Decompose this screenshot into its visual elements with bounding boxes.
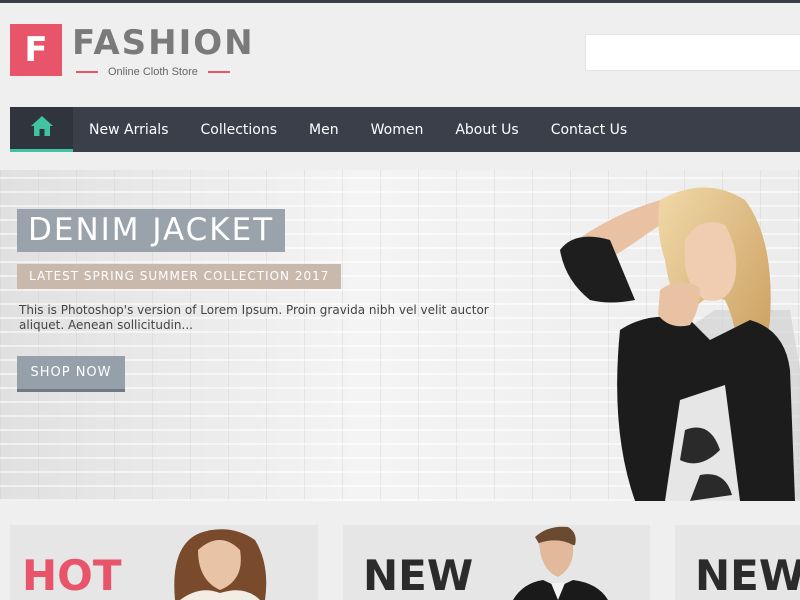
nav-item-about-us[interactable]: About Us <box>455 122 518 138</box>
nav-item-new-arrivals[interactable]: New Arrials <box>89 122 168 138</box>
card-label-new: NEW <box>695 551 800 600</box>
nav-home[interactable] <box>10 107 73 152</box>
tagline-dash-left <box>76 71 98 73</box>
logo-mark: F <box>10 24 62 76</box>
top-border <box>0 0 800 3</box>
card-label-new: NEW <box>363 551 474 600</box>
shop-now-button[interactable]: SHOP NOW <box>17 356 125 392</box>
card-model-image <box>513 526 608 600</box>
nav-item-men[interactable]: Men <box>309 122 339 138</box>
nav-item-contact-us[interactable]: Contact Us <box>551 122 627 138</box>
brand-name: FASHION <box>72 23 255 63</box>
logo-text: FASHION Online Cloth Store <box>72 24 255 78</box>
main-nav: New Arrials Collections Men Women About … <box>10 107 800 152</box>
category-card-new[interactable]: NEW <box>675 525 800 600</box>
nav-item-collections[interactable]: Collections <box>200 122 277 138</box>
nav-items: New Arrials Collections Men Women About … <box>73 107 643 152</box>
search-input[interactable] <box>585 34 800 71</box>
brand-tagline-row: Online Cloth Store <box>72 66 255 78</box>
hero-title: DENIM JACKET <box>17 209 286 252</box>
category-card-hot[interactable]: HOT <box>10 525 318 600</box>
hero-model-image <box>560 187 800 501</box>
logo[interactable]: F FASHION Online Cloth Store <box>10 24 255 78</box>
card-model-image <box>174 529 267 600</box>
home-icon <box>30 115 54 142</box>
hero-description: This is Photoshop's version of Lorem Ips… <box>19 303 489 332</box>
hero-subtitle: LATEST SPRING SUMMER COLLECTION 2017 <box>17 264 342 289</box>
category-card-new-men[interactable]: NEW <box>343 525 650 600</box>
hero-banner: DENIM JACKET LATEST SPRING SUMMER COLLEC… <box>0 170 800 501</box>
tagline-dash-right <box>207 71 230 73</box>
card-label-hot: HOT <box>22 551 122 600</box>
brand-tagline: Online Cloth Store <box>108 66 198 78</box>
nav-item-women[interactable]: Women <box>371 122 424 138</box>
